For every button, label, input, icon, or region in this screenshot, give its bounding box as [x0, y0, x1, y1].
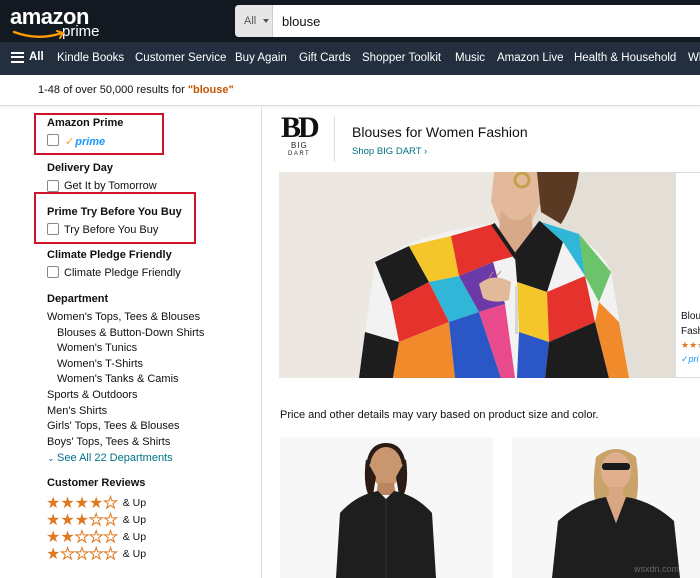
brand-hero-image[interactable]	[279, 172, 675, 378]
nav-bar: All Kindle Books Customer Service Buy Ag…	[0, 42, 700, 75]
blouse-model-image	[279, 172, 675, 378]
nav-link-kindle-books[interactable]: Kindle Books	[57, 52, 124, 64]
caret-down-icon	[263, 19, 269, 23]
search-input[interactable]	[273, 5, 700, 37]
prime-logo-small: ✓pri	[681, 354, 699, 364]
review-filter-2-stars[interactable]: ★ ★ ★ ★ ★ & Up	[46, 527, 147, 546]
nav-link-shopper-toolkit[interactable]: Shopper Toolkit	[362, 52, 441, 64]
brand-logo-big: BIG	[291, 141, 308, 150]
and-up-label: & Up	[122, 548, 147, 560]
dept-item[interactable]: Women's Tanks & Camis	[57, 373, 179, 385]
get-it-tomorrow-label[interactable]: Get It by Tomorrow	[64, 180, 157, 192]
star-empty-icon: ★	[103, 493, 118, 512]
brand-divider	[334, 116, 335, 162]
dept-item[interactable]: Women's Tunics	[57, 342, 137, 354]
product-card[interactable]	[280, 437, 493, 578]
and-up-label: & Up	[122, 531, 147, 543]
star-filled-icon: ★	[60, 493, 75, 512]
star-empty-icon: ★	[60, 544, 75, 563]
dept-item[interactable]: Blouses & Button-Down Shirts	[57, 327, 204, 339]
nav-link-gift-cards[interactable]: Gift Cards	[299, 52, 351, 64]
watermark: wsxdn.com	[634, 564, 680, 574]
search-category-dropdown[interactable]: All	[235, 5, 273, 37]
nav-all-label: All	[29, 51, 44, 63]
shop-brand-link[interactable]: Shop BIG DART ›	[352, 146, 427, 157]
star-empty-icon: ★	[103, 527, 118, 546]
star-filled-icon: ★	[89, 493, 104, 512]
star-filled-icon: ★	[60, 510, 75, 529]
get-it-tomorrow-checkbox[interactable]	[47, 180, 59, 192]
star-filled-icon: ★	[74, 493, 90, 512]
star-empty-icon: ★	[74, 527, 90, 546]
nav-link-amazon-live[interactable]: Amazon Live	[497, 52, 563, 64]
star-filled-icon: ★	[46, 544, 61, 563]
brand-logo-letters: BD	[281, 111, 320, 144]
star-empty-icon: ★	[89, 510, 104, 529]
climate-label[interactable]: Climate Pledge Friendly	[64, 267, 181, 279]
dept-item[interactable]: Girls' Tops, Tees & Blouses	[47, 420, 180, 432]
star-empty-icon: ★	[103, 510, 118, 529]
star-filled-icon: ★	[46, 493, 61, 512]
star-empty-icon: ★	[74, 544, 90, 563]
nav-link-music[interactable]: Music	[455, 52, 485, 64]
filter-heading-department: Department	[47, 293, 109, 305]
sponsored-brand-title[interactable]: Blouses for Women Fashion	[352, 124, 528, 140]
results-summary: 1-48 of over 50,000 results for "blouse"	[0, 75, 700, 106]
star-empty-icon: ★	[89, 527, 104, 546]
product-image-black-blouse	[280, 437, 493, 578]
star-empty-icon: ★	[103, 544, 118, 563]
star-filled-icon: ★	[60, 527, 75, 546]
star-filled-icon: ★	[46, 510, 61, 529]
search-category-label: All	[244, 15, 257, 27]
results-query: "blouse"	[187, 84, 234, 96]
nav-link-customer-service[interactable]: Customer Service	[135, 52, 226, 64]
review-filter-1-stars[interactable]: ★ ★ ★ ★ ★ & Up	[46, 544, 147, 563]
sponsored-product-card[interactable]: Blou Fash ★★★ ✓pri	[675, 172, 700, 378]
star-filled-icon: ★	[46, 527, 61, 546]
chevron-down-icon: ⌄	[47, 453, 58, 463]
star-rating-icon: ★★★	[681, 340, 700, 350]
review-filter-4-stars[interactable]: ★ ★ ★ ★ ★ & Up	[46, 493, 147, 512]
dept-item[interactable]: Women's T-Shirts	[57, 358, 143, 370]
brand-logo-dart: DART	[288, 151, 311, 157]
see-all-departments-link[interactable]: ⌄ See All 22 Departments	[47, 452, 173, 464]
star-empty-icon: ★	[89, 544, 104, 563]
star-filled-icon: ★	[74, 510, 90, 529]
filter-heading-climate: Climate Pledge Friendly	[47, 249, 172, 261]
dept-item[interactable]: Women's Tops, Tees & Blouses	[47, 311, 200, 323]
nav-all-menu[interactable]: All	[11, 51, 44, 63]
side-card-title-line2: Fash	[681, 326, 700, 337]
dept-item[interactable]: Boys' Tops, Tees & Shirts	[47, 436, 170, 448]
side-card-title-line1: Blou	[681, 311, 700, 322]
climate-checkbox[interactable]	[47, 266, 59, 278]
review-filter-3-stars[interactable]: ★ ★ ★ ★ ★ & Up	[46, 510, 147, 529]
see-all-departments-label: See All 22 Departments	[57, 452, 173, 464]
highlight-box-try-before	[34, 192, 196, 244]
filter-heading-delivery-day: Delivery Day	[47, 162, 114, 174]
highlight-box-prime	[34, 113, 164, 155]
filter-heading-reviews: Customer Reviews	[47, 477, 146, 489]
nav-link-more[interactable]: Wh	[688, 52, 700, 64]
hamburger-icon	[11, 51, 24, 63]
smile-arrow-icon	[12, 30, 65, 39]
search-bar: All	[235, 5, 700, 37]
product-image-vneck-top	[512, 437, 700, 578]
price-disclaimer: Price and other details may vary based o…	[280, 409, 599, 421]
product-card[interactable]	[512, 437, 700, 578]
nav-link-health-household[interactable]: Health & Household	[574, 52, 676, 64]
big-dart-logo[interactable]: BD BIG DART	[279, 112, 323, 164]
nav-link-buy-again[interactable]: Buy Again	[235, 52, 287, 64]
dept-item[interactable]: Sports & Outdoors	[47, 389, 138, 401]
dept-item[interactable]: Men's Shirts	[47, 405, 107, 417]
amazon-logo[interactable]: amazon prime	[10, 4, 100, 40]
top-header: amazon prime All	[0, 0, 700, 42]
and-up-label: & Up	[122, 514, 147, 526]
and-up-label: & Up	[122, 497, 147, 509]
results-count: 1-48 of over 50,000 results for	[38, 84, 188, 96]
